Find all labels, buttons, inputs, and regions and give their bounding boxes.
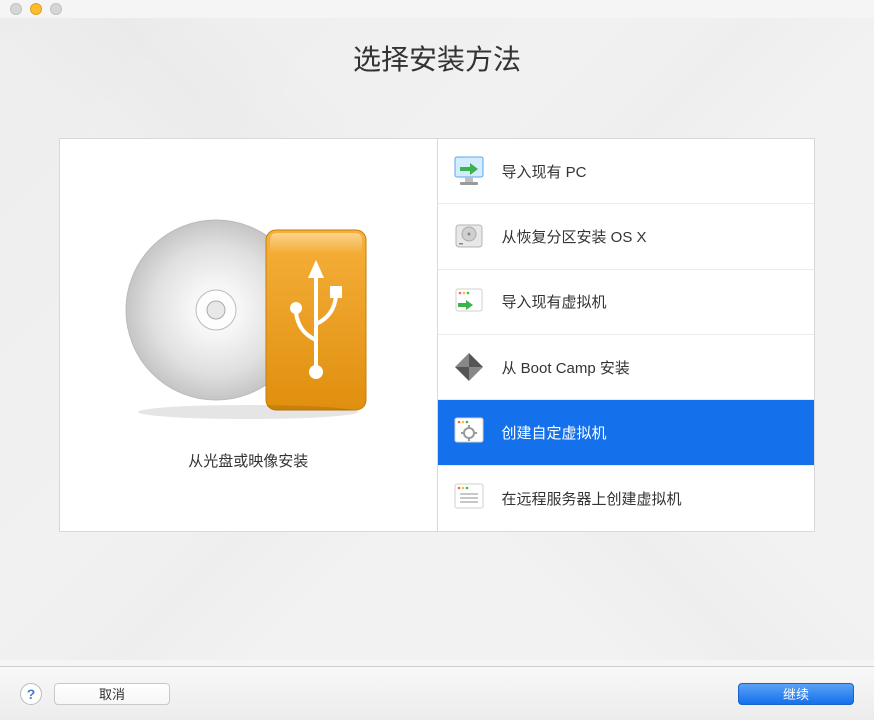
option-import-pc[interactable]: 导入现有 PC xyxy=(438,139,815,204)
content-panel: 从光盘或映像安装 导入现有 PC xyxy=(59,138,815,532)
option-label: 创建自定虚拟机 xyxy=(502,422,607,443)
disc-usb-illustration xyxy=(118,200,378,420)
pc-import-icon xyxy=(450,152,488,190)
option-create-custom-vm[interactable]: 创建自定虚拟机 xyxy=(438,400,815,465)
option-import-vm[interactable]: 导入现有虚拟机 xyxy=(438,270,815,335)
footer: ? 取消 继续 xyxy=(0,666,874,720)
vm-import-icon xyxy=(450,283,488,321)
window-maximize-button[interactable] xyxy=(50,3,62,15)
option-label: 导入现有虚拟机 xyxy=(502,291,607,312)
option-label: 从 Boot Camp 安装 xyxy=(502,357,630,378)
titlebar xyxy=(0,0,874,18)
option-label: 从恢复分区安装 OS X xyxy=(502,226,647,247)
left-panel: 从光盘或映像安装 xyxy=(60,139,438,531)
option-install-bootcamp[interactable]: 从 Boot Camp 安装 xyxy=(438,335,815,400)
cancel-button[interactable]: 取消 xyxy=(54,683,170,705)
bootcamp-icon xyxy=(450,348,488,386)
option-label: 在远程服务器上创建虚拟机 xyxy=(502,488,682,509)
custom-vm-icon xyxy=(450,413,488,451)
left-panel-caption: 从光盘或映像安装 xyxy=(188,450,308,471)
continue-button[interactable]: 继续 xyxy=(738,683,854,705)
window-close-button[interactable] xyxy=(10,3,22,15)
option-create-remote-vm[interactable]: 在远程服务器上创建虚拟机 xyxy=(438,466,815,531)
option-install-osx-recovery[interactable]: 从恢复分区安装 OS X xyxy=(438,204,815,269)
page-title: 选择安装方法 xyxy=(0,38,874,78)
hdd-icon xyxy=(450,217,488,255)
help-button[interactable]: ? xyxy=(20,683,42,705)
option-label: 导入现有 PC xyxy=(502,161,587,182)
options-list: 导入现有 PC 从恢复分区安装 OS X xyxy=(438,139,815,531)
window-minimize-button[interactable] xyxy=(30,3,42,15)
remote-vm-icon xyxy=(450,479,488,517)
